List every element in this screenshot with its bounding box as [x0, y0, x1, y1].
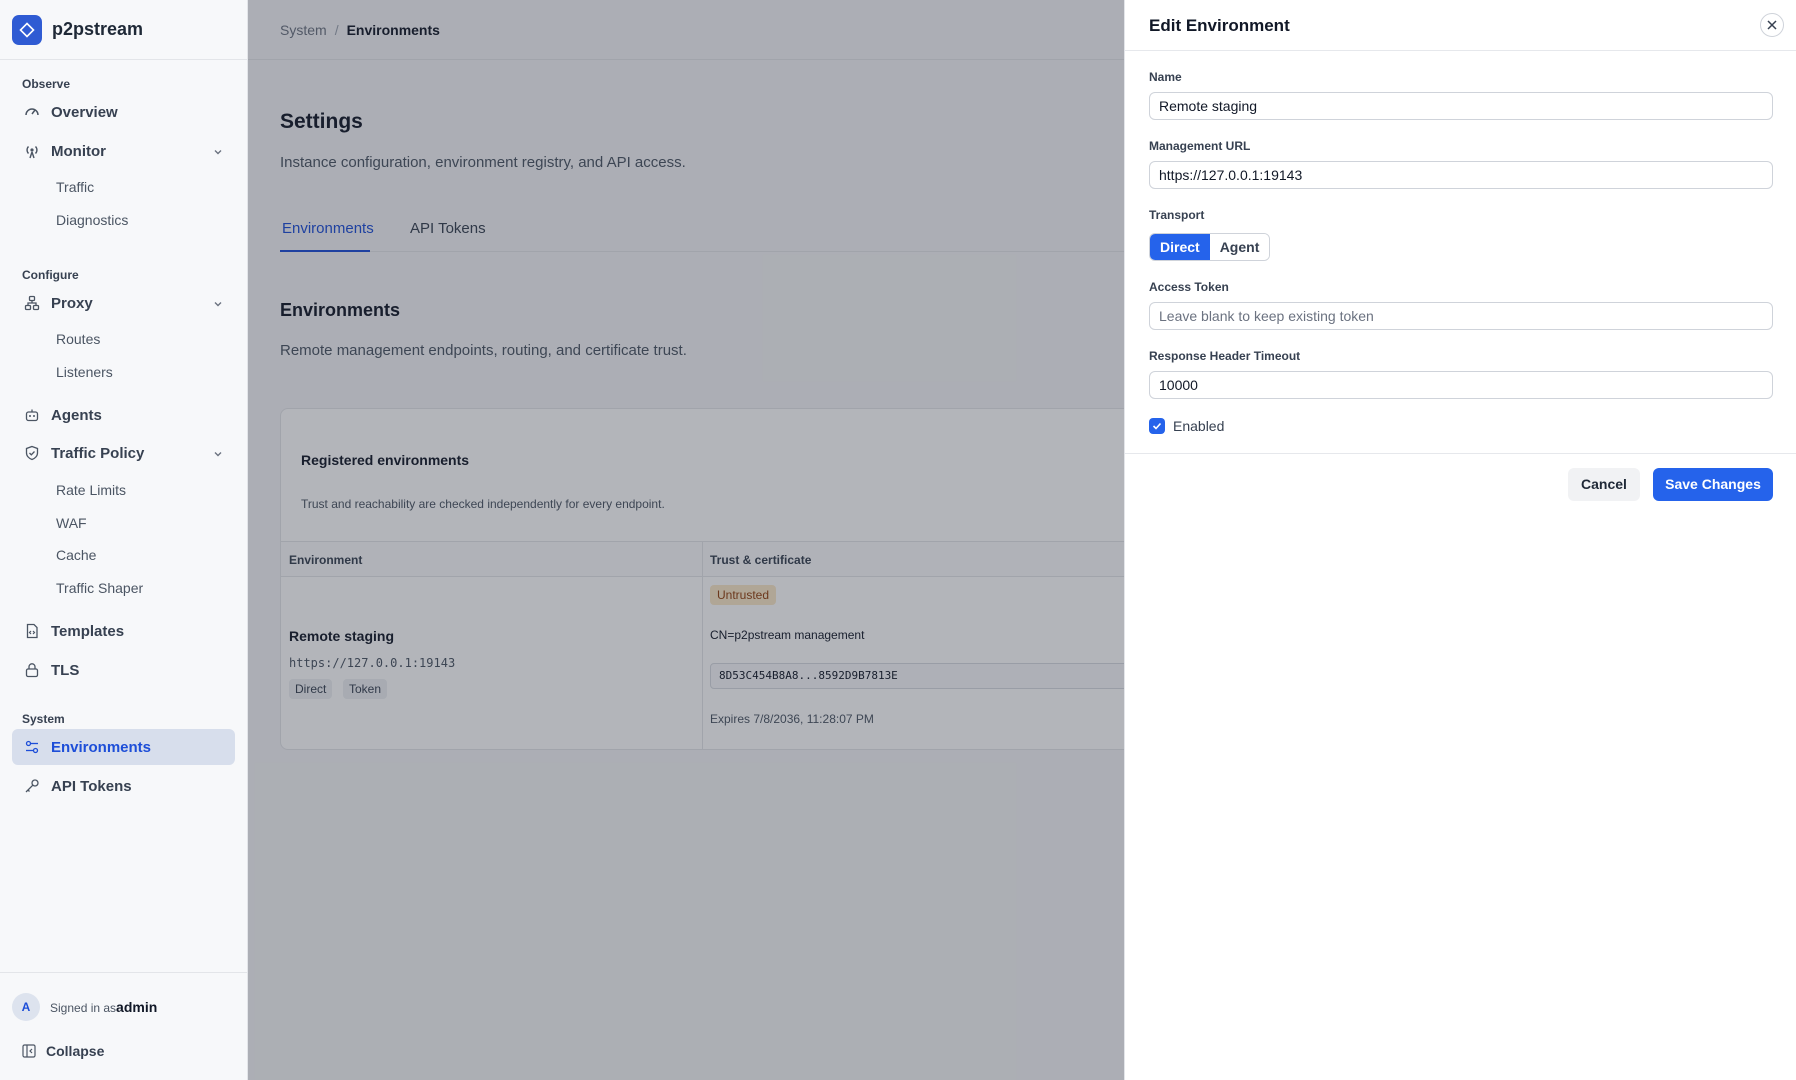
chevron-down-icon — [213, 446, 223, 463]
checkmark-icon — [1152, 421, 1162, 431]
sidebar-subitem-cache[interactable]: Cache — [56, 547, 96, 563]
sidebar-item-label: Traffic Policy — [51, 444, 145, 462]
sidebar-subitem-routes[interactable]: Routes — [56, 331, 100, 347]
file-code-icon — [22, 621, 42, 641]
logo-icon — [12, 14, 42, 45]
sidebar-subitem-waf[interactable]: WAF — [56, 515, 87, 531]
sidebar-item-monitor[interactable]: Monitor — [12, 133, 235, 169]
avatar[interactable]: A — [12, 993, 40, 1021]
network-icon — [22, 293, 42, 313]
sidebar-item-label: Proxy — [51, 294, 93, 312]
close-button[interactable] — [1760, 13, 1784, 37]
sidebar-item-environments[interactable]: Environments — [12, 729, 235, 765]
brand-name: p2pstream — [52, 19, 144, 39]
timeout-field[interactable] — [1149, 371, 1773, 399]
chevron-down-icon — [213, 296, 223, 313]
enabled-label[interactable]: Enabled — [1173, 418, 1224, 434]
signed-in-status: Signed in asadmin — [50, 999, 157, 1015]
section-label-observe: Observe — [22, 77, 71, 91]
save-changes-button[interactable]: Save Changes — [1653, 468, 1773, 501]
gauge-icon — [22, 102, 42, 122]
collapse-button[interactable]: Collapse — [22, 1043, 104, 1059]
access-token-field[interactable] — [1149, 302, 1773, 330]
sidebar-item-label: Agents — [51, 406, 102, 424]
drawer-title: Edit Environment — [1149, 16, 1290, 35]
sidebar-subitem-traffic[interactable]: Traffic — [56, 179, 94, 195]
sidebar-item-agents[interactable]: Agents — [12, 397, 235, 433]
sidebar-item-label: Templates — [51, 622, 125, 640]
shield-icon — [22, 443, 42, 463]
section-label-configure: Configure — [22, 268, 79, 282]
drawer-header: Edit Environment — [1125, 0, 1796, 51]
timeout-label: Response Header Timeout — [1149, 349, 1301, 363]
section-label-system: System — [22, 712, 65, 726]
robot-icon — [22, 405, 42, 425]
sidebar-item-label: Overview — [51, 103, 118, 121]
management-url-label: Management URL — [1149, 139, 1251, 153]
access-token-label: Access Token — [1149, 280, 1229, 294]
sidebar-item-proxy[interactable]: Proxy — [12, 285, 235, 321]
sidebar: p2pstream Observe Overview Monitor Traff… — [0, 0, 248, 1080]
sidebar-footer: A Signed in asadmin Collapse — [0, 972, 248, 1080]
signed-in-prefix: Signed in as — [50, 1001, 117, 1015]
sidebar-item-label: TLS — [51, 661, 80, 679]
cancel-button[interactable]: Cancel — [1568, 468, 1640, 501]
sidebar-item-overview[interactable]: Overview — [12, 94, 235, 130]
transport-agent-button[interactable]: Agent — [1209, 234, 1270, 260]
close-icon — [1766, 19, 1778, 31]
sidebar-item-label: Monitor — [51, 142, 106, 160]
edit-environment-drawer: Edit Environment Name Management URL Tra… — [1124, 0, 1796, 1080]
broadcast-icon — [22, 141, 42, 161]
name-label: Name — [1149, 70, 1182, 84]
sliders-icon — [22, 737, 42, 757]
sidebar-item-templates[interactable]: Templates — [12, 613, 235, 649]
sidebar-subitem-diagnostics[interactable]: Diagnostics — [56, 212, 128, 228]
brand[interactable]: p2pstream — [0, 0, 247, 60]
username: admin — [116, 999, 158, 1015]
transport-toggle: Direct Agent — [1149, 233, 1271, 261]
sidebar-subitem-traffic-shaper[interactable]: Traffic Shaper — [56, 580, 143, 596]
divider — [1125, 453, 1796, 454]
key-icon — [22, 776, 42, 796]
management-url-field[interactable] — [1149, 161, 1773, 189]
sidebar-item-label: API Tokens — [51, 777, 132, 795]
transport-label: Transport — [1149, 208, 1205, 222]
sidebar-item-traffic-policy[interactable]: Traffic Policy — [12, 435, 235, 471]
name-field[interactable] — [1149, 92, 1773, 120]
sidebar-subitem-rate-limits[interactable]: Rate Limits — [56, 482, 126, 498]
lock-icon — [22, 660, 42, 680]
sidebar-item-label: Environments — [51, 738, 152, 756]
chevron-down-icon — [213, 144, 223, 161]
enabled-checkbox[interactable] — [1149, 418, 1165, 434]
sidebar-item-tls[interactable]: TLS — [12, 652, 235, 688]
sidebar-subitem-listeners[interactable]: Listeners — [56, 364, 113, 380]
sidebar-item-api-tokens[interactable]: API Tokens — [12, 768, 235, 804]
collapse-label: Collapse — [46, 1043, 105, 1059]
transport-direct-button[interactable]: Direct — [1150, 234, 1210, 260]
sidebar-collapse-icon — [22, 1044, 36, 1058]
